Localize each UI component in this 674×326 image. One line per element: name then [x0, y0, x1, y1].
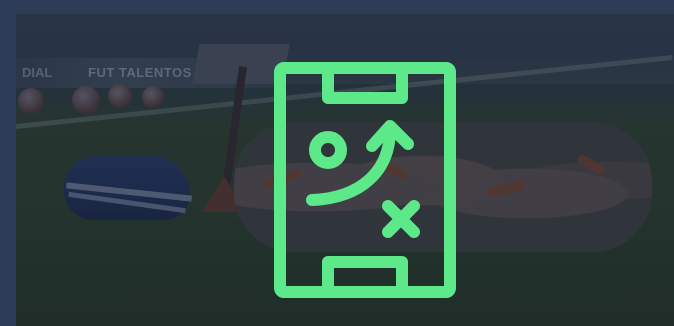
media-frame: DIAL FUT TALENTOS: [0, 0, 674, 326]
tactics-board-icon: [272, 62, 458, 298]
